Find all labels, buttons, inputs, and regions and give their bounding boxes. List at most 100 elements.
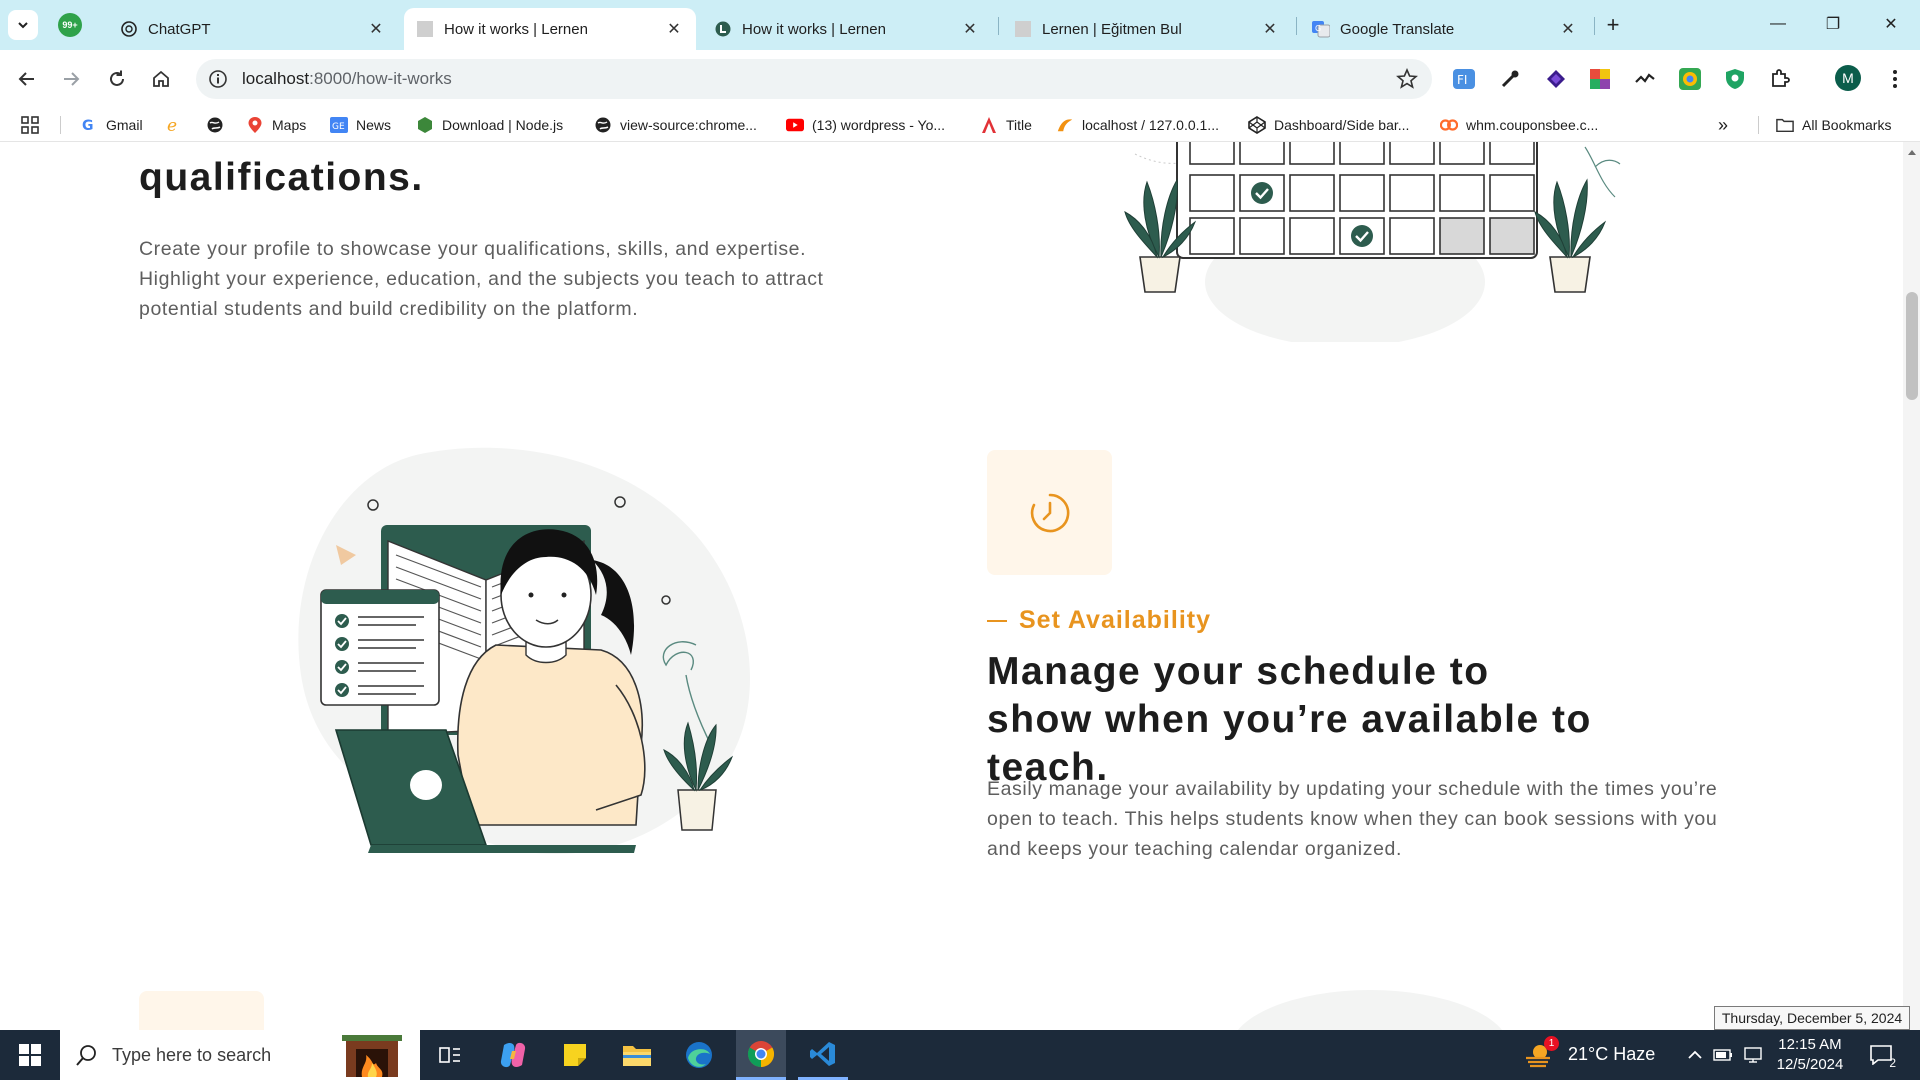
svg-text:G: G [1315, 24, 1321, 33]
close-icon[interactable]: ✕ [366, 19, 386, 39]
pinned-tab-whatsapp[interactable]: 99+ [58, 13, 82, 37]
new-tab-button[interactable]: + [1600, 12, 1626, 38]
task-view-button[interactable] [425, 1030, 475, 1080]
reload-button[interactable] [102, 64, 132, 94]
bookmark-label: localhost / 127.0.0.1... [1082, 117, 1219, 133]
tab-search-button[interactable] [8, 10, 38, 40]
back-button[interactable] [12, 64, 42, 94]
windows-taskbar: Type here to search 1 21°C Haze 12:15 AM… [0, 1030, 1920, 1080]
edge-icon [686, 1042, 712, 1068]
folder-icon [623, 1046, 651, 1066]
profile-avatar[interactable]: M [1835, 65, 1861, 91]
extension-colorful-icon[interactable] [1587, 66, 1613, 92]
bookmarks-bar: G Gmail e Maps GE News Download | Node.j… [0, 108, 1920, 142]
extension-fluent-icon[interactable]: FI [1451, 66, 1477, 92]
page-viewport: qualifications. Create your profile to s… [0, 142, 1920, 1030]
close-window-button[interactable]: ✕ [1868, 8, 1914, 40]
url-host: localhost [242, 69, 310, 88]
close-icon[interactable]: ✕ [960, 19, 980, 39]
restore-button[interactable]: ❐ [1810, 8, 1856, 40]
chevron-up-icon [1688, 1050, 1702, 1059]
scrollbar-thumb[interactable] [1906, 292, 1918, 400]
bookmark-star-icon[interactable] [1396, 68, 1418, 90]
tab-how-it-works[interactable]: How it works | Lernen ✕ [702, 8, 992, 50]
section-description: Easily manage your availability by updat… [987, 778, 1718, 860]
taskbar-chrome[interactable] [736, 1030, 786, 1080]
cpanel-icon [1440, 116, 1458, 134]
forward-button[interactable] [56, 64, 86, 94]
tab-chatgpt[interactable]: ChatGPT ✕ [108, 8, 398, 50]
bookmark-phpmyadmin[interactable]: localhost / 127.0.0.1... [1056, 114, 1219, 136]
home-button[interactable] [146, 64, 176, 94]
start-button[interactable] [0, 1030, 60, 1080]
taskbar-file-explorer[interactable] [612, 1030, 662, 1080]
tab-title: Google Translate [1340, 20, 1455, 38]
all-bookmarks-button[interactable]: All Bookmarks [1776, 114, 1891, 136]
more-bookmarks-button[interactable]: » [1718, 114, 1728, 136]
google-translate-icon: G [1312, 20, 1330, 38]
shield-icon[interactable] [1722, 66, 1748, 92]
tab-lernen-egitmen[interactable]: Lernen | Eğitmen Bul ✕ [1002, 8, 1292, 50]
eyedropper-icon[interactable] [1497, 66, 1523, 92]
apps-grid-button[interactable] [20, 114, 40, 136]
scroll-up-arrow-icon[interactable] [1908, 150, 1916, 155]
lernen-icon [714, 20, 732, 38]
bookmark-label: Dashboard/Side bar... [1274, 117, 1410, 133]
minimize-button[interactable]: — [1755, 8, 1801, 40]
bookmark-youtube[interactable]: (13) wordpress - Yo... [786, 114, 945, 136]
bookmark-gmail[interactable]: G Gmail [80, 114, 143, 136]
extension-globe-color-icon[interactable] [1677, 66, 1703, 92]
close-icon[interactable]: ✕ [664, 19, 684, 39]
close-icon[interactable]: ✕ [1558, 19, 1578, 39]
clock-icon [1030, 493, 1069, 532]
bookmark-whm[interactable]: whm.couponsbee.c... [1440, 114, 1598, 136]
url-text[interactable]: localhost:8000/how-it-works [242, 69, 452, 89]
weather-text[interactable]: 21°C Haze [1568, 1044, 1655, 1065]
bookmark-ie[interactable]: e [166, 114, 192, 136]
bookmark-label: Download | Node.js [442, 117, 564, 133]
eyebrow-label: Set Availability [1019, 606, 1211, 634]
date-tooltip: Thursday, December 5, 2024 [1714, 1006, 1910, 1030]
taskbar-vscode[interactable] [798, 1030, 848, 1080]
bookmark-nodejs[interactable]: Download | Node.js [416, 114, 563, 136]
tab-title: Lernen | Eğitmen Bul [1042, 20, 1182, 38]
taskbar-search[interactable]: Type here to search [60, 1030, 420, 1080]
info-icon[interactable] [208, 69, 228, 89]
close-icon[interactable]: ✕ [1260, 19, 1280, 39]
tutor-illustration [298, 447, 750, 854]
pinned-tab-badge: 99+ [62, 20, 78, 30]
network-status[interactable] [1740, 1030, 1766, 1080]
extension-wave-icon[interactable] [1632, 66, 1658, 92]
taskbar-copilot[interactable] [488, 1030, 538, 1080]
bookmark-title[interactable]: Title [980, 114, 1032, 136]
fireplace-doodle-icon [342, 1035, 402, 1077]
copilot-icon [500, 1042, 526, 1068]
tab-google-translate[interactable]: G Google Translate ✕ [1300, 8, 1590, 50]
bookmark-globe[interactable] [206, 114, 232, 136]
section-heading: Manage your schedule to show when you’re… [987, 650, 1592, 789]
taskbar-edge[interactable] [674, 1030, 724, 1080]
bookmark-news[interactable]: GE News [330, 114, 391, 136]
weather-widget[interactable]: 1 [1524, 1036, 1559, 1075]
bookmark-maps[interactable]: Maps [246, 114, 306, 136]
extensions-puzzle-icon[interactable] [1767, 66, 1793, 92]
bookmark-view-source[interactable]: view-source:chrome... [594, 114, 757, 136]
taskbar-clock[interactable]: 12:15 AM 12/5/2024 [1770, 1035, 1850, 1075]
weather-alert-badge: 1 [1544, 1036, 1559, 1051]
sticky-notes-icon [564, 1044, 586, 1066]
battery-status[interactable] [1710, 1030, 1736, 1080]
tab-how-it-works-active[interactable]: How it works | Lernen ✕ [404, 8, 696, 50]
address-bar[interactable]: localhost:8000/how-it-works [196, 59, 1432, 99]
bookmark-dashboard[interactable]: Dashboard/Side bar... [1248, 114, 1409, 136]
notification-center-button[interactable]: 2 [1866, 1040, 1896, 1070]
next-section-illustration [1230, 990, 1510, 1030]
tray-overflow-button[interactable] [1682, 1030, 1708, 1080]
svg-text:FI: FI [1457, 73, 1467, 87]
more-menu-icon[interactable] [1882, 66, 1908, 92]
extension-diamond-icon[interactable] [1543, 66, 1569, 92]
clock-time: 12:15 AM [1778, 1036, 1842, 1053]
taskbar-sticky-notes[interactable] [550, 1030, 600, 1080]
nodejs-icon [416, 116, 434, 134]
page-scrollbar[interactable] [1903, 142, 1920, 1030]
chatgpt-icon [120, 20, 138, 38]
